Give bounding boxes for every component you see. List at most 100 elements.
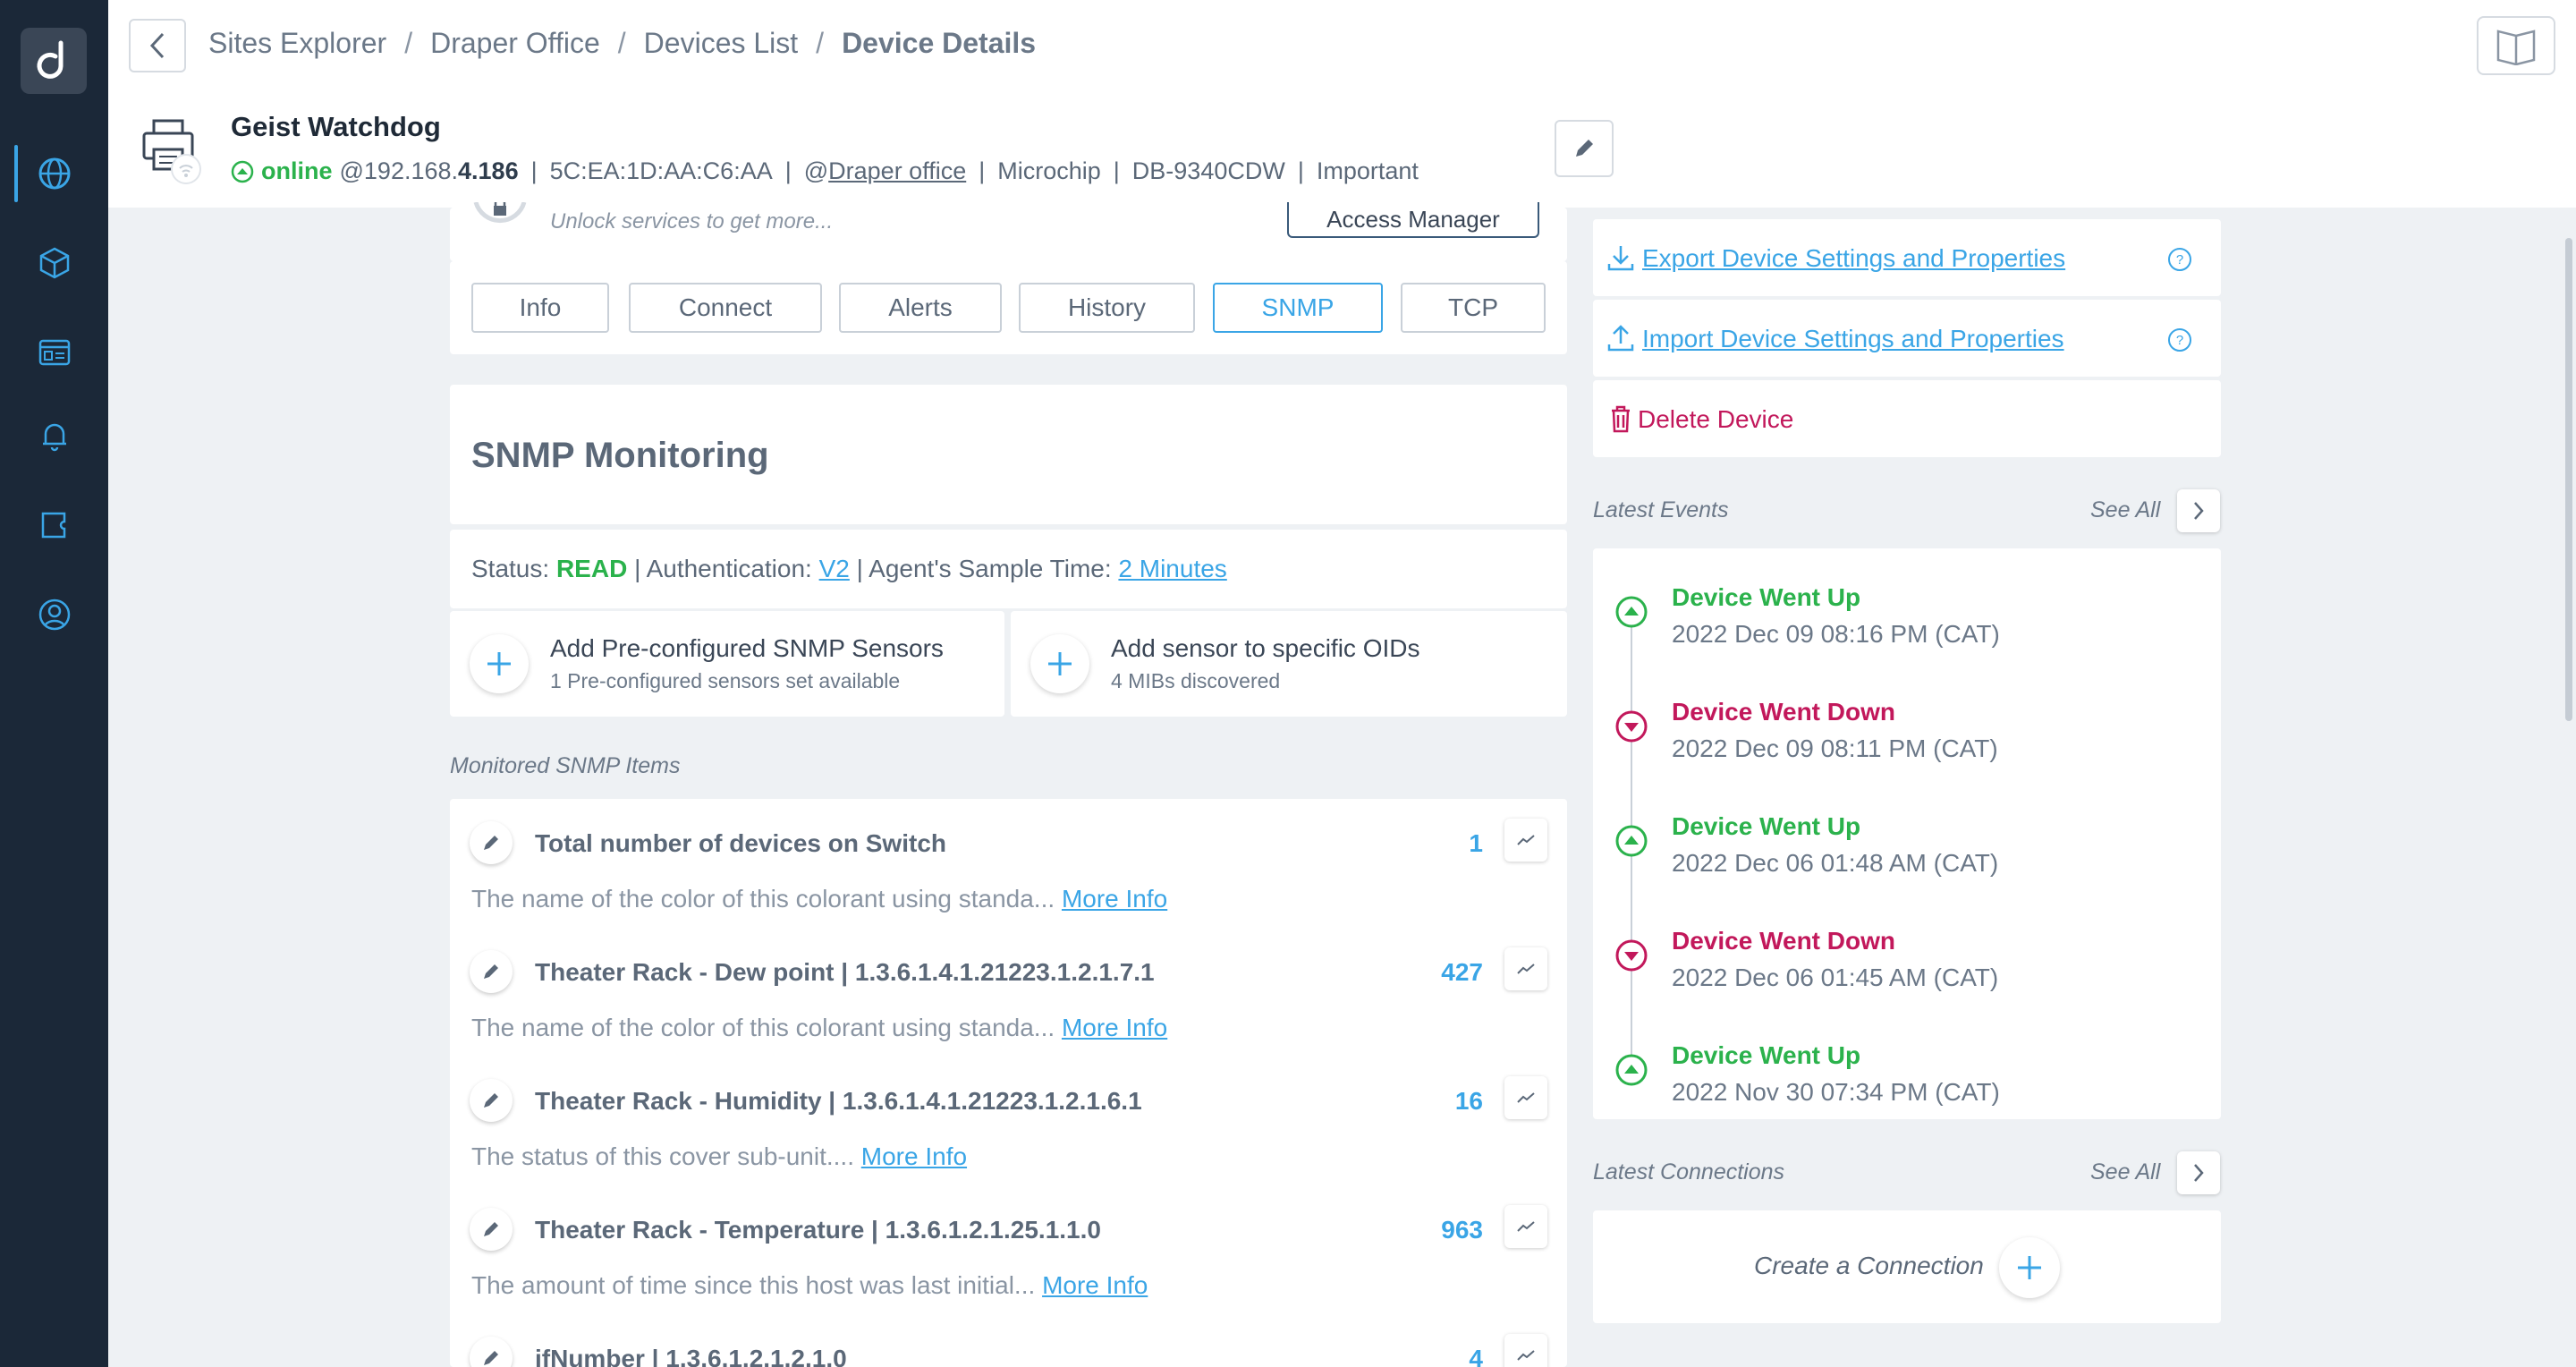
auth-label: | Authentication: [634, 555, 812, 582]
device-header: Sites Explorer / Draper Office / Devices… [108, 0, 2576, 208]
breadcrumb-sites-explorer[interactable]: Sites Explorer [208, 27, 386, 60]
nav-sites[interactable] [0, 142, 108, 205]
edit-item-button[interactable] [470, 1337, 513, 1367]
nav-dashboard[interactable] [0, 321, 108, 384]
edit-item-button[interactable] [470, 821, 513, 864]
globe-icon [38, 157, 70, 190]
snmp-item-title: ifNumber | 1.3.6.1.2.1.2.1.0 [535, 1345, 847, 1367]
svg-text:?: ? [2176, 252, 2183, 267]
item-chart-button[interactable] [1504, 1076, 1547, 1119]
event-title: Device Went Down [1672, 698, 1895, 726]
device-status: online [261, 157, 333, 184]
auth-value-link[interactable]: V2 [819, 555, 850, 582]
user-circle-icon [38, 599, 70, 631]
snmp-status-card: Status: READ | Authentication: V2 | Agen… [450, 530, 1567, 608]
add-oid-button[interactable] [1030, 634, 1089, 693]
snmp-item-value: 4 [1469, 1345, 1483, 1367]
tab-connect[interactable]: Connect [629, 283, 822, 333]
pencil-icon [484, 964, 498, 979]
create-connection-button[interactable] [1999, 1237, 2060, 1298]
events-see-all-link[interactable]: See All [2090, 497, 2160, 523]
nav-devices[interactable] [0, 232, 108, 294]
event-title: Device Went Down [1672, 927, 1895, 955]
arrow-up-circle-icon [1615, 596, 1648, 628]
import-settings-link[interactable]: Import Device Settings and Properties [1642, 325, 2064, 353]
snmp-item-value: 16 [1454, 1087, 1483, 1115]
sample-time-link[interactable]: 2 Minutes [1118, 555, 1226, 582]
chevron-left-icon [149, 32, 165, 59]
snmp-item-value: 963 [1441, 1216, 1483, 1244]
snmp-item-value: 1 [1469, 829, 1483, 857]
events-next-button[interactable] [2177, 489, 2220, 532]
event-time: 2022 Nov 30 07:34 PM (CAT) [1672, 1078, 2000, 1106]
add-oid-sensor[interactable]: Add sensor to specific OIDs 4 MIBs disco… [1011, 611, 1567, 717]
edit-item-button[interactable] [470, 950, 513, 993]
item-chart-button[interactable] [1504, 947, 1547, 990]
edit-device-button[interactable] [1555, 120, 1614, 177]
export-settings-link[interactable]: Export Device Settings and Properties [1642, 244, 2065, 273]
item-chart-button[interactable] [1504, 1334, 1547, 1367]
connections-see-all-link[interactable]: See All [2090, 1159, 2160, 1185]
snmp-item-title: Total number of devices on Switch [535, 829, 946, 857]
trend-icon [1517, 1221, 1535, 1232]
breadcrumb-devices-list[interactable]: Devices List [644, 27, 799, 60]
app-logo[interactable] [21, 28, 87, 94]
add-preconfigured-sensors[interactable]: Add Pre-configured SNMP Sensors 1 Pre-co… [450, 611, 1004, 717]
unlock-services-text: Unlock services to get more... [550, 209, 834, 233]
help-icon[interactable]: ? [2166, 246, 2193, 273]
edit-item-button[interactable] [470, 1208, 513, 1251]
chevron-right-icon [2194, 1164, 2204, 1182]
svg-text:?: ? [2176, 333, 2183, 348]
online-status-icon [231, 160, 254, 183]
more-info-link[interactable]: More Info [1062, 885, 1167, 913]
more-info-link[interactable]: More Info [1042, 1271, 1148, 1299]
pencil-icon [484, 1351, 498, 1365]
breadcrumb-separator: / [404, 27, 413, 59]
upload-icon [1607, 325, 1634, 352]
help-icon[interactable]: ? [2166, 327, 2193, 353]
edit-item-button[interactable] [470, 1079, 513, 1122]
nav-account[interactable] [0, 583, 108, 646]
snmp-item: Theater Rack - Dew point | 1.3.6.1.4.1.2… [450, 928, 1567, 1057]
create-connection-card[interactable]: Create a Connection [1593, 1210, 2221, 1323]
event-item: Device Went Down 2022 Dec 06 01:45 AM (C… [1593, 903, 2221, 1017]
delete-device-card[interactable]: Delete Device [1593, 380, 2221, 457]
status-value: READ [555, 555, 628, 582]
tab-snmp[interactable]: SNMP [1213, 283, 1383, 333]
monitored-items-list: Total number of devices on Switch 1 The … [450, 799, 1567, 1367]
lock-icon [472, 197, 528, 247]
device-vendor: Microchip [997, 157, 1101, 184]
connections-next-button[interactable] [2177, 1151, 2220, 1194]
delete-device-button[interactable]: Delete Device [1638, 405, 1793, 434]
tab-history[interactable]: History [1019, 283, 1195, 333]
device-site-prefix: @ [803, 157, 829, 184]
import-settings-card: Import Device Settings and Properties ? [1593, 300, 2221, 377]
device-site-link[interactable]: Draper office [828, 157, 966, 185]
event-item: Device Went Up 2022 Dec 09 08:16 PM (CAT… [1593, 559, 2221, 674]
access-manager-button[interactable]: Access Manager [1287, 202, 1539, 238]
cube-icon [39, 247, 69, 279]
add-preconfigured-button[interactable] [470, 634, 529, 693]
event-item: Device Went Down 2022 Dec 09 08:11 PM (C… [1593, 674, 2221, 788]
back-button[interactable] [129, 19, 186, 72]
events-list: Device Went Up 2022 Dec 09 08:16 PM (CAT… [1593, 548, 2221, 1119]
more-info-link[interactable]: More Info [1062, 1014, 1167, 1041]
snmp-item: ifNumber | 1.3.6.1.2.1.2.1.0 4 [450, 1314, 1567, 1367]
docs-button[interactable] [2477, 16, 2555, 75]
snmp-item-title: Theater Rack - Temperature | 1.3.6.1.2.1… [535, 1216, 1101, 1244]
more-info-link[interactable]: More Info [861, 1142, 967, 1170]
item-chart-button[interactable] [1504, 1205, 1547, 1248]
event-time: 2022 Dec 09 08:16 PM (CAT) [1672, 620, 2000, 648]
add-oid-subtitle: 4 MIBs discovered [1111, 669, 1281, 692]
tab-tcp[interactable]: TCP [1401, 283, 1546, 333]
breadcrumb: Sites Explorer / Draper Office / Devices… [208, 27, 1036, 60]
tab-alerts[interactable]: Alerts [839, 283, 1002, 333]
breadcrumb-site[interactable]: Draper Office [430, 27, 600, 60]
item-chart-button[interactable] [1504, 819, 1547, 862]
nav-integrations[interactable] [0, 494, 108, 556]
tab-info[interactable]: Info [471, 283, 609, 333]
device-importance: Important [1316, 157, 1419, 184]
page-scrollbar[interactable] [2565, 238, 2572, 721]
nav-alerts[interactable] [0, 404, 108, 467]
pencil-icon [484, 1222, 498, 1236]
